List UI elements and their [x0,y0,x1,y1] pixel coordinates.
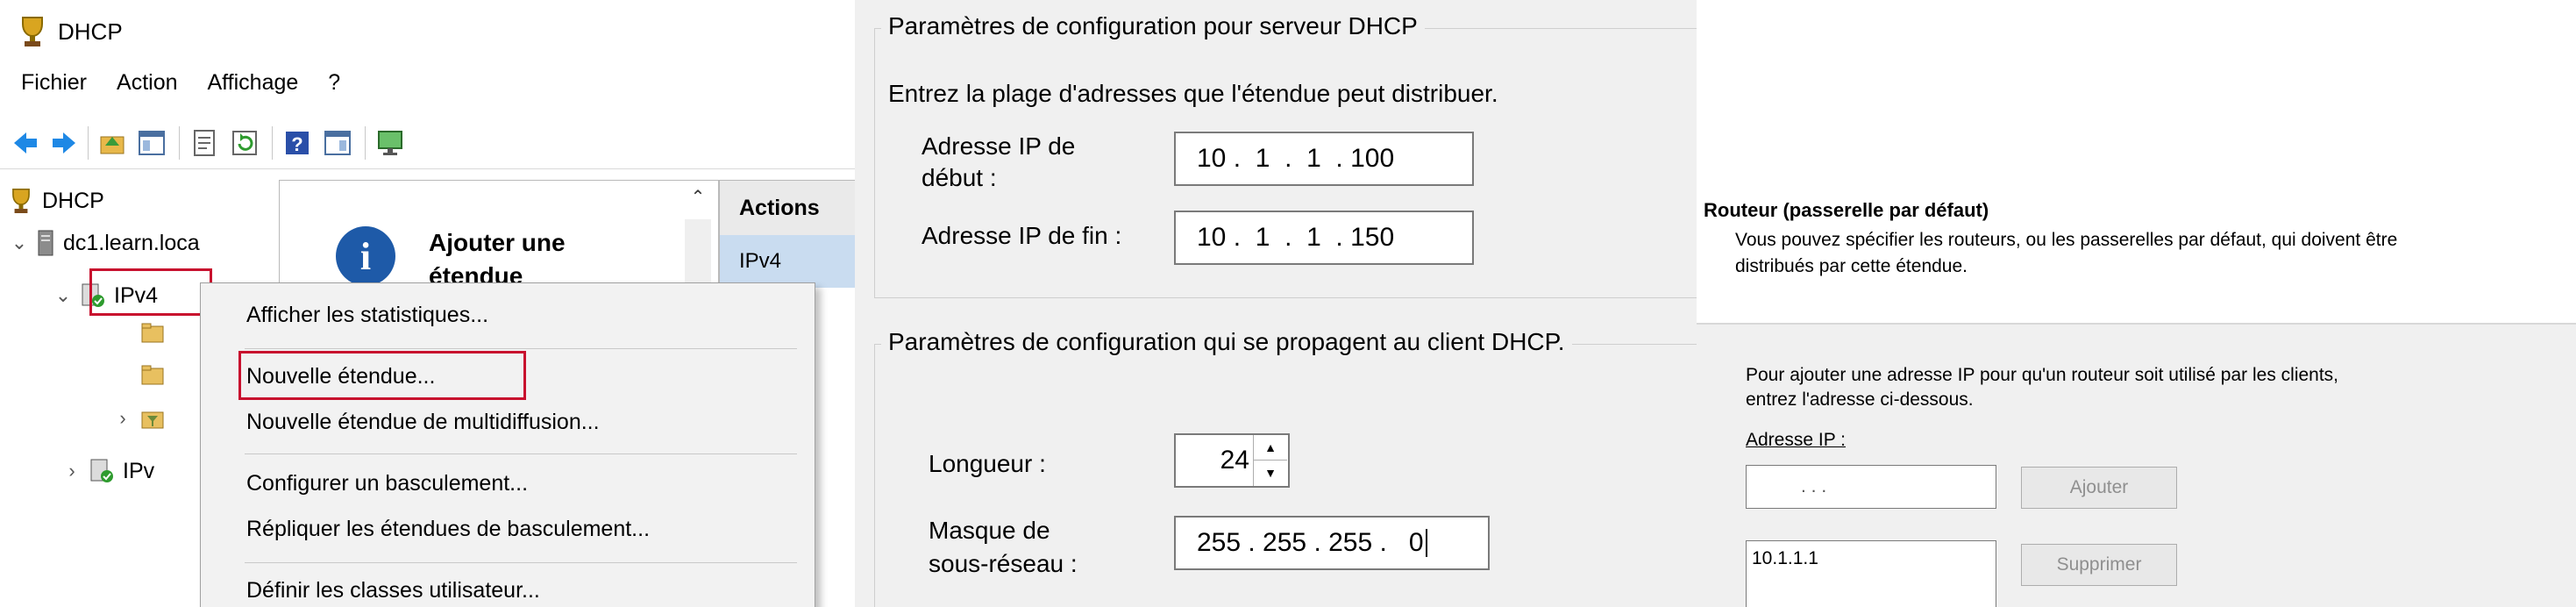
spin-down-icon[interactable]: ▼ [1254,461,1287,485]
tree-label: DHCP [42,188,104,213]
folder-icon [141,365,164,385]
spin-up-icon[interactable]: ▲ [1254,435,1287,461]
start-ip-label-line1: Adresse IP de [922,132,1076,160]
router-instruction-line1: Pour ajouter une adresse IP pour qu'un r… [1746,365,2339,385]
router-wizard-panel: Routeur (passerelle par défaut) Vous pou… [1697,0,2576,607]
refresh-icon[interactable] [230,128,260,158]
chevron-right-icon[interactable]: › [114,407,132,430]
action-pane-icon[interactable] [323,128,352,158]
server-config-group-label: Paramètres de configuration pour serveur… [881,12,1425,40]
menu-fichier[interactable]: Fichier [21,70,87,96]
ip-address-label: Adresse IP : [1746,430,1847,450]
dhcp-console-panel: DHCP Fichier Action Affichage ? ? DHCP ⌄… [0,0,855,607]
ipv6-node-icon [90,459,113,482]
properties-icon[interactable] [189,128,219,158]
add-router-button[interactable]: Ajouter [2021,467,2177,509]
menu-bar: Fichier Action Affichage ? [21,70,340,96]
menu-help[interactable]: ? [328,70,340,96]
dhcp-trophy-icon [12,189,30,213]
show-hide-tree-icon[interactable] [137,128,167,158]
info-icon: i [336,226,395,286]
menu-item-definir-classes[interactable]: Définir les classes utilisateur... [246,578,540,603]
subnet-mask-field[interactable]: 255 . 255 . 255 . 0 [1174,516,1490,570]
menu-item-configurer-basculement[interactable]: Configurer un basculement... [246,471,528,496]
tree-item-ipv6[interactable]: › IPv [63,454,154,488]
chevron-down-icon[interactable]: ⌄ [11,232,28,254]
length-value: 24 [1220,446,1249,475]
back-arrow-icon[interactable] [11,128,40,158]
menu-item-nouvelle-etendue-multidiffusion[interactable]: Nouvelle étendue de multidiffusion... [246,410,600,435]
router-header: Routeur (passerelle par défaut) Vous pou… [1697,0,2576,323]
tree-label: dc1.learn.loca [63,230,200,255]
folder-icon [141,323,164,343]
range-intro-text: Entrez la plage d'adresses que l'étendue… [888,80,1498,107]
client-config-group-label: Paramètres de configuration qui se propa… [881,328,1572,356]
nouvelle-etendue-highlight-box [238,351,526,400]
dhcp-trophy-icon [22,17,43,46]
start-ip-field[interactable]: 10 . 1 . 1 . 100 [1174,132,1474,186]
end-ip-label: Adresse IP de fin : [922,222,1122,249]
ipv4-highlight-box [89,268,212,316]
svg-text:?: ? [291,133,302,155]
start-ip-label-line2: début : [922,164,997,191]
length-label: Longueur : [929,450,1046,477]
scroll-up-icon[interactable]: ⌃ [685,186,711,208]
router-ip-input[interactable]: . . . [1746,465,1996,509]
tree-item-dhcp-root[interactable]: DHCP [9,184,104,218]
context-menu: Afficher les statistiques... Nouvelle ét… [200,282,815,607]
end-ip-field[interactable]: 10 . 1 . 1 . 150 [1174,211,1474,265]
tree-label: IPv [123,458,155,483]
menu-item-repliquer-etendues[interactable]: Répliquer les étendues de basculement... [246,517,650,542]
mask-label-line1: Masque de [929,517,1050,544]
router-list[interactable]: 10.1.1.1 [1746,540,1996,607]
filter-folder-icon [141,411,164,429]
up-folder-icon[interactable] [98,128,128,158]
actions-item-ipv4[interactable]: IPv4 [720,235,855,288]
router-body: Pour ajouter une adresse IP pour qu'un r… [1697,323,2576,607]
chevron-right-icon[interactable]: › [63,460,81,482]
length-spinner[interactable]: ▲ ▼ [1253,435,1287,486]
subnet-mask-value: 255 . 255 . 255 . 0 [1197,528,1424,557]
router-list-item[interactable]: 10.1.1.1 [1752,548,1990,569]
forward-arrow-icon[interactable] [49,128,79,158]
scope-configuration-panel: Paramètres de configuration pour serveur… [855,0,1697,607]
tree-item-server[interactable]: ⌄ dc1.learn.loca [11,226,200,260]
server-icon [38,230,53,256]
router-title: Routeur (passerelle par défaut) [1704,199,1989,221]
menu-item-afficher-statistiques[interactable]: Afficher les statistiques... [246,303,488,328]
window-title: DHCP [58,18,123,45]
menu-action[interactable]: Action [117,70,177,96]
mask-label-line2: sous-réseau : [929,550,1078,577]
router-description-line1: Vous pouvez spécifier les routeurs, ou l… [1735,230,2398,250]
toolbar: ? [0,116,855,169]
menu-affichage[interactable]: Affichage [208,70,299,96]
actions-header: Actions [720,181,855,235]
remove-router-button[interactable]: Supprimer [2021,544,2177,586]
text-cursor [1425,529,1427,557]
router-description-line2: distribués par cette étendue. [1735,256,1968,276]
router-instruction-line2: entrez l'adresse ci-dessous. [1746,389,1974,410]
monitor-icon[interactable] [375,128,405,158]
tree-item-filters[interactable]: › [114,402,165,435]
window-title-bar: DHCP [18,12,123,51]
chevron-down-icon[interactable]: ⌄ [54,284,72,307]
help-icon[interactable]: ? [282,128,312,158]
